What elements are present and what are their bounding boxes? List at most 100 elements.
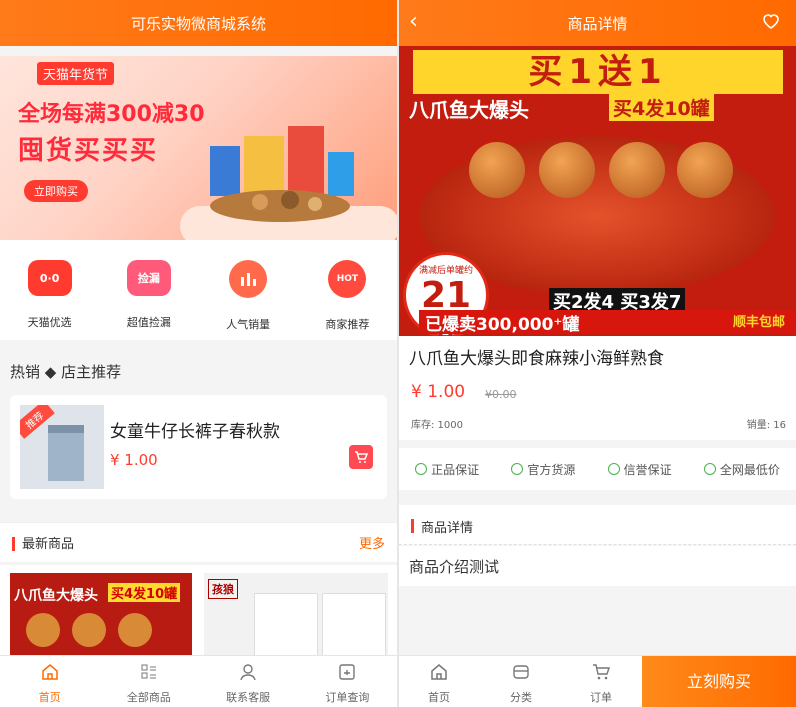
original-price: ¥0.00 — [485, 388, 517, 401]
detail-header: ‹ 商品详情 — [399, 0, 796, 46]
bargain-icon: 捡漏 — [126, 260, 171, 296]
guarantee-item: 全网最低价 — [703, 461, 780, 478]
product-name: 女童牛仔长裤子春秋款 — [110, 422, 280, 442]
buy-now-button[interactable]: 立刻购买 — [642, 656, 796, 707]
banner-line1: 全场每满300减30 — [18, 102, 205, 127]
octopus-head — [677, 142, 733, 198]
nav-label: 首页 — [38, 691, 61, 704]
category-icons: 0·0 天猫优选 捡漏 超值捡漏 人气销量 HOT 商家推荐 — [0, 240, 397, 340]
product-hero-image: 买1送1 八爪鱼大爆头 买4发10罐 满减后单罐约 21元 买2发4 买3发7 … — [399, 46, 796, 336]
new-product-card-tshirt[interactable]: 孩狼 — [204, 573, 388, 655]
icon-label: 超值捡漏 — [126, 316, 171, 329]
sales-count: 销量: 16 — [746, 420, 786, 431]
icon-item-tmall[interactable]: 0·0 天猫优选 — [10, 260, 90, 340]
icon-label: 商家推荐 — [325, 318, 370, 331]
guarantee-item: 官方货源 — [511, 461, 575, 478]
nav-home[interactable]: 首页 — [0, 656, 99, 707]
icon-item-recommend[interactable]: HOT 商家推荐 — [307, 260, 387, 340]
nav-label: 订单 — [590, 691, 612, 704]
new-products-header: 最新商品 更多 — [0, 522, 397, 562]
screen: 可乐实物微商城系统 天猫年货节 全场每满300减30 囤货买买买 立即购买 0·… — [0, 0, 796, 707]
promo-banner[interactable]: 天猫年货节 全场每满300减30 囤货买买买 立即购买 — [0, 56, 397, 240]
check-icon — [415, 463, 428, 475]
home-pane: 可乐实物微商城系统 天猫年货节 全场每满300减30 囤货买买买 立即购买 0·… — [0, 0, 397, 707]
more-link[interactable]: 更多 — [359, 533, 385, 552]
octopus-head — [609, 142, 665, 198]
section-accent — [411, 519, 414, 533]
product-price: ¥ 1.00 — [411, 382, 466, 402]
new-products-grid: 八爪鱼大爆头 买4发10罐 孩狼 — [0, 565, 397, 655]
nav-label: 全部商品 — [126, 691, 171, 704]
tshirt-image — [322, 593, 386, 655]
grid-list-icon — [141, 664, 156, 679]
octopus-image — [118, 613, 152, 647]
nav-label: 首页 — [428, 691, 450, 704]
user-icon — [240, 664, 256, 681]
product-detail-pane: ‹ 商品详情 买1送1 八爪鱼大爆头 买4发10罐 满减后单罐约 21元 买2发… — [399, 0, 796, 707]
heart-icon[interactable] — [760, 10, 782, 32]
guarantees-row: 正品保证 官方货源 信誉保证 全网最低价 — [399, 448, 796, 490]
product-price: ¥ 1.00 — [110, 451, 158, 469]
hot-icon: HOT — [328, 260, 367, 298]
back-arrow-icon[interactable]: ‹ — [409, 8, 418, 36]
product-thumbnail: 推荐 — [20, 405, 104, 489]
brand-logo: 孩狼 — [208, 579, 238, 599]
icon-label: 人气销量 — [226, 318, 271, 331]
nav-category[interactable]: 分类 — [491, 662, 551, 705]
hot-product-card[interactable]: 推荐 女童牛仔长裤子春秋款 ¥ 1.00 — [10, 395, 387, 499]
nav-orders[interactable]: 订单 — [571, 662, 631, 705]
nav-home[interactable]: 首页 — [409, 662, 469, 705]
banner-tag: 天猫年货节 — [37, 62, 115, 85]
home-icon — [41, 664, 58, 680]
nav-order-query[interactable]: 订单查询 — [298, 656, 397, 707]
hero-sold-bar: 已爆卖300,000⁺罐 顺丰包邮 — [419, 310, 795, 335]
hero-sub2: 买4发10罐 — [609, 94, 714, 121]
nav-label: 分类 — [510, 691, 532, 704]
check-icon — [607, 463, 620, 475]
nav-all-products[interactable]: 全部商品 — [99, 656, 198, 707]
bottom-nav: 首页 全部商品 联系客服 订单查询 — [0, 655, 397, 707]
guarantee-item: 信誉保证 — [607, 461, 672, 478]
octopus-image — [72, 613, 106, 647]
detail-section-header: 商品详情 — [399, 505, 796, 545]
detail-title: 商品详情 — [421, 521, 474, 536]
nav-label: 联系客服 — [226, 691, 271, 704]
detail-text: 商品介绍测试 — [409, 558, 500, 576]
page-title: 可乐实物微商城系统 — [130, 14, 266, 33]
octopus-image — [26, 613, 60, 647]
banner-line2: 囤货买买买 — [18, 136, 159, 166]
new-product-card-octopus[interactable]: 八爪鱼大爆头 买4发10罐 — [10, 573, 192, 655]
sold-count: 已爆卖300,000⁺罐 — [425, 315, 580, 335]
check-icon — [703, 463, 716, 475]
cart-icon — [355, 451, 368, 463]
hot-section-title: 热销 ◆ 店主推荐 — [0, 352, 397, 392]
bar-chart-icon — [229, 260, 268, 298]
nav-label: 订单查询 — [325, 691, 370, 704]
product-name: 八爪鱼大爆头即食麻辣小海鲜熟食 — [409, 349, 664, 369]
stock-count: 库存: 1000 — [411, 420, 463, 431]
page-title: 商品详情 — [567, 14, 628, 33]
nav-customer-service[interactable]: 联系客服 — [199, 656, 298, 707]
banner-buy-button[interactable]: 立即购买 — [24, 180, 88, 202]
product-info: 八爪鱼大爆头即食麻辣小海鲜熟食 ¥ 1.00 ¥0.00 库存: 1000 销量… — [399, 336, 796, 440]
check-icon — [511, 463, 524, 475]
home-icon — [431, 664, 447, 680]
shipping-tag: 顺丰包邮 — [732, 315, 785, 330]
icon-label: 天猫优选 — [27, 316, 72, 329]
hero-sub: 八爪鱼大爆头 — [409, 98, 529, 122]
detail-body: 商品介绍测试 — [399, 546, 796, 586]
new-products-title: 最新商品 — [22, 537, 75, 552]
tshirt-image — [254, 593, 318, 655]
guarantee-item: 正品保证 — [415, 461, 479, 478]
home-header: 可乐实物微商城系统 — [0, 0, 397, 46]
banner-gifts-image — [210, 126, 354, 222]
category-icon — [513, 665, 529, 679]
jeans-image — [48, 425, 84, 481]
icon-item-popular[interactable]: 人气销量 — [208, 260, 288, 340]
card-text: 八爪鱼大爆头 — [14, 588, 98, 604]
hero-headline: 买1送1 — [413, 50, 783, 94]
octopus-head — [469, 142, 525, 198]
add-to-cart-button[interactable] — [349, 445, 373, 469]
icon-item-bargain[interactable]: 捡漏 超值捡漏 — [109, 260, 189, 340]
tmall-icon: 0·0 — [27, 260, 72, 296]
